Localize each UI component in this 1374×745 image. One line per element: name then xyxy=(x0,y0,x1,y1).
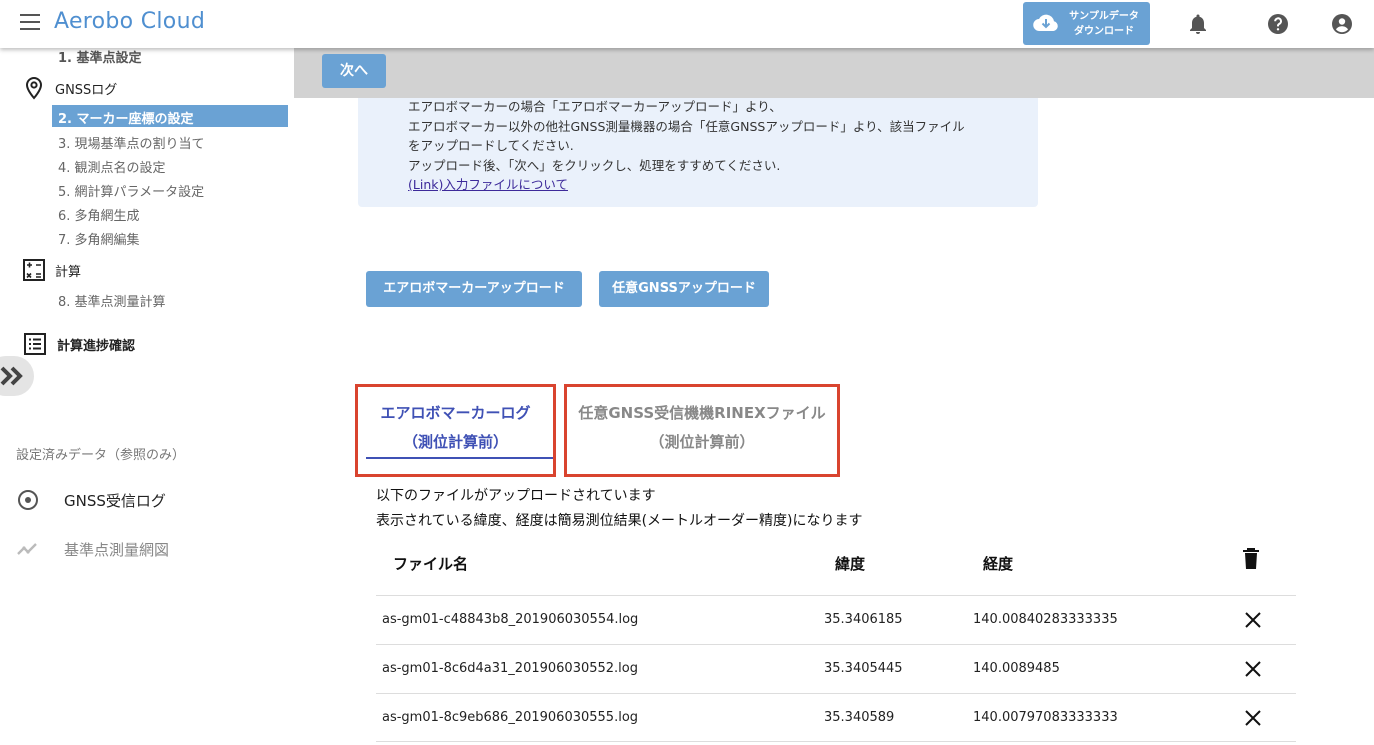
trash-icon[interactable] xyxy=(1242,548,1260,570)
location-pin-icon xyxy=(25,76,43,100)
sidebar: 1. 基準点設定 GNSSログ 2. マーカー座標の設定 3. 現場基準点の割り… xyxy=(0,48,294,745)
close-icon[interactable] xyxy=(1244,660,1262,678)
precision-note: 表示されている緯度、経度は簡易測位結果(メートルオーダー精度)になります xyxy=(376,513,863,529)
sidebar-step-1[interactable]: 1. 基準点設定 xyxy=(58,47,142,66)
sample-data-label-1: サンプルデータ xyxy=(1069,11,1139,22)
bell-icon[interactable] xyxy=(1186,12,1210,36)
tab-gnss-subtitle: （測位計算前） xyxy=(649,433,755,451)
cell-latitude: 35.3406185 xyxy=(824,612,903,627)
next-button[interactable]: 次へ xyxy=(322,54,386,88)
instruction-line-2: エアロボマーカー以外の他社GNSS測量機器の場合「任意GNSSアップロード」より… xyxy=(408,119,965,134)
reference-data-label: 設定済みデータ（参照のみ） xyxy=(16,448,186,463)
app-title: Aerobo Cloud xyxy=(54,9,206,34)
aerobo-marker-upload-button[interactable]: エアロボマーカーアップロード xyxy=(366,271,582,307)
sidebar-section-progress[interactable]: 計算進捗確認 xyxy=(57,335,135,354)
sidebar-step-6[interactable]: 6. 多角網生成 xyxy=(58,205,140,224)
column-header-longitude: 経度 xyxy=(983,555,1014,573)
cloud-download-icon xyxy=(1033,14,1058,32)
radio-target-icon xyxy=(18,490,38,510)
sample-data-label-2: ダウンロード xyxy=(1074,26,1134,37)
close-icon[interactable] xyxy=(1244,611,1262,629)
sidebar-step-8[interactable]: 8. 基準点測量計算 xyxy=(58,291,166,310)
list-icon xyxy=(24,333,46,355)
sidebar-step-7[interactable]: 7. 多角網編集 xyxy=(58,229,140,248)
action-toolbar: 次へ xyxy=(294,48,1374,98)
sidebar-section-calc[interactable]: 計算 xyxy=(55,261,81,280)
app-header: Aerobo Cloud サンプルデータ ダウンロード xyxy=(0,0,1374,48)
input-file-info-link[interactable]: (Link)入力ファイルについて xyxy=(408,177,568,192)
custom-gnss-upload-button[interactable]: 任意GNSSアップロード xyxy=(599,271,769,307)
tab-gnss-title: 任意GNSS受信機機RINEXファイル xyxy=(578,404,826,422)
sidebar-step-5[interactable]: 5. 網計算パラメータ設定 xyxy=(58,181,204,200)
cell-filename: as-gm01-c48843b8_201906030554.log xyxy=(382,612,639,627)
table-row: as-gm01-8c6d4a31_201906030552.log 35.340… xyxy=(376,644,1296,693)
cell-longitude: 140.00797083333333 xyxy=(973,710,1118,725)
cell-latitude: 35.340589 xyxy=(824,710,895,725)
double-chevron-right-icon xyxy=(0,366,23,386)
close-icon[interactable] xyxy=(1244,709,1262,727)
instruction-line-1: エアロボマーカーの場合「エアロボマーカーアップロード」より、 xyxy=(408,99,782,114)
column-header-filename: ファイル名 xyxy=(393,555,469,573)
column-header-latitude: 緯度 xyxy=(835,555,866,573)
tab-aerobo-marker-log-highlight: エアロボマーカーログ （測位計算前） xyxy=(355,384,556,477)
cell-longitude: 140.0089485 xyxy=(973,661,1060,676)
tab-aerobo-title: エアロボマーカーログ xyxy=(380,404,531,422)
table-row: as-gm01-c48843b8_201906030554.log 35.340… xyxy=(376,595,1296,644)
sidebar-expand-button[interactable] xyxy=(0,356,34,396)
instruction-box: エアロボマーカーの場合「エアロボマーカーアップロード」より、 エアロボマーカー以… xyxy=(358,98,1038,207)
help-icon[interactable] xyxy=(1266,12,1290,36)
sidebar-section-gnss[interactable]: GNSSログ xyxy=(55,79,117,98)
active-tab-indicator xyxy=(366,457,553,459)
instruction-line-3: をアップロードしてください. xyxy=(408,138,574,153)
tab-aerobo-marker-log[interactable]: エアロボマーカーログ （測位計算前） xyxy=(358,387,553,474)
cell-longitude: 140.00840283333335 xyxy=(973,612,1118,627)
instruction-line-4: アップロード後、「次へ」をクリックし、処理をすすめてください. xyxy=(408,158,781,173)
uploaded-files-note: 以下のファイルがアップロードされています xyxy=(376,488,656,504)
tab-aerobo-subtitle: （測位計算前） xyxy=(402,433,508,451)
sidebar-step-3[interactable]: 3. 現場基準点の割り当て xyxy=(58,133,205,152)
trend-line-icon xyxy=(17,543,37,555)
tab-gnss-rinex-file[interactable]: 任意GNSS受信機機RINEXファイル （測位計算前） xyxy=(567,387,837,474)
table-row: as-gm01-8c9eb686_201906030555.log 35.340… xyxy=(376,693,1296,742)
calculator-icon xyxy=(23,259,45,281)
ref-network-map[interactable]: 基準点測量網図 xyxy=(64,539,169,560)
sidebar-step-2[interactable]: 2. マーカー座標の設定 xyxy=(52,105,288,127)
sidebar-step-4[interactable]: 4. 観測点名の設定 xyxy=(58,157,166,176)
cell-filename: as-gm01-8c6d4a31_201906030552.log xyxy=(382,661,639,676)
tab-gnss-rinex-highlight: 任意GNSS受信機機RINEXファイル （測位計算前） xyxy=(564,384,840,477)
sample-data-download-button[interactable]: サンプルデータ ダウンロード xyxy=(1023,2,1150,45)
cell-filename: as-gm01-8c9eb686_201906030555.log xyxy=(382,710,639,725)
cell-latitude: 35.3405445 xyxy=(824,661,903,676)
menu-icon[interactable] xyxy=(20,14,40,30)
account-icon[interactable] xyxy=(1330,12,1354,36)
ref-gnss-log[interactable]: GNSS受信ログ xyxy=(64,490,166,511)
